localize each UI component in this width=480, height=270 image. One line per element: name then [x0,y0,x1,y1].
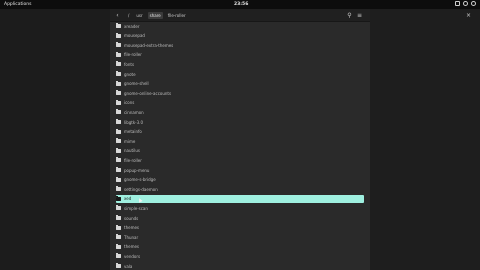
folder-icon [116,215,121,220]
list-item[interactable]: gnome-online-accounts [116,89,364,97]
breadcrumb-usr[interactable]: usr [134,12,144,19]
folder-icon [116,147,121,153]
list-item-label: popup-menu [124,167,150,173]
top-panel: Applications 23:56 [0,0,480,9]
list-item-label: sounds [124,215,139,221]
breadcrumb-share[interactable]: share [147,12,163,19]
list-item-label: xed [124,196,132,202]
clock[interactable]: 23:56 [234,2,248,7]
list-item-label: nautilus [124,148,140,154]
header-bar: ‹ / usr share file-roller ⚲ ≡ [110,9,370,22]
list-item-label: mime [124,138,136,144]
list-item[interactable]: mousepad-extra-themes [116,41,364,49]
list-item-label: mousepad-extra-themes [124,42,174,48]
volume-icon[interactable] [463,1,468,6]
breadcrumb-root[interactable]: / [126,12,131,19]
file-manager-window: ‹ / usr share file-roller ⚲ ≡ xreader mou… [110,9,370,270]
list-item-label: vala [124,263,133,269]
system-tray [455,1,476,6]
list-item-label: settings-daemon [124,186,158,192]
list-item-label: xreader [124,23,140,29]
list-item[interactable]: simple-scan [116,204,364,212]
list-item[interactable]: xreader [116,22,364,30]
list-item[interactable]: themes [116,243,364,251]
folder-icon [116,234,121,240]
list-item[interactable]: sounds [116,214,364,222]
list-item[interactable]: vala [116,262,364,270]
list-item[interactable]: xed [116,194,364,203]
list-item-label: file-roller [124,52,142,58]
folder-icon [116,61,121,67]
list-item[interactable]: file-roller [116,156,364,164]
network-icon[interactable] [455,1,460,6]
folder-icon [116,90,121,96]
list-item[interactable]: vendors [116,252,364,260]
folder-icon [116,99,121,105]
list-item[interactable]: Thunar [116,233,364,241]
list-item[interactable]: file-roller [116,51,364,59]
list-item[interactable]: nautilus [116,147,364,155]
list-item-label: fonts [124,61,135,67]
list-item[interactable]: cinnamon [116,108,364,116]
folder-icon [116,176,121,182]
list-item-label: gnome-shell [124,81,149,87]
folder-icon [116,205,121,211]
list-item-label: mousepad [124,33,145,39]
folder-icon [116,224,121,230]
close-icon[interactable]: × [465,12,472,19]
list-item[interactable]: fonts [116,60,364,68]
list-item-label: gnome-online-accounts [124,90,172,96]
folder-icon [116,167,121,172]
list-item[interactable]: libgtk-3.0 [116,118,364,126]
list-item[interactable]: settings-daemon [116,185,364,193]
list-item[interactable]: themes [116,224,364,232]
search-icon[interactable]: ⚲ [346,12,353,19]
list-item-label: themes [124,244,140,250]
folder-icon [116,32,121,38]
list-item-label: Thunar [124,234,139,240]
list-item-label: libgtk-3.0 [124,119,143,125]
back-arrow-icon[interactable]: ‹ [114,12,121,19]
folder-icon [116,253,121,259]
folder-icon [116,71,121,76]
list-item[interactable]: popup-menu [116,166,364,174]
list-item[interactable]: gnome-s-bridge [116,176,364,184]
folder-icon [116,263,121,268]
list-item-label: vendors [124,253,141,259]
folder-icon [116,23,121,28]
list-item[interactable]: mousepad [116,32,364,40]
desktop-background: × [370,9,480,270]
list-item-label: gnote [124,71,136,77]
breadcrumb-file-roller[interactable]: file-roller [166,12,188,19]
breadcrumb: / usr share file-roller [126,12,188,19]
list-item-label: simple-scan [124,205,148,211]
list-item[interactable]: metainfo [116,128,364,136]
list-item-label: cinnamon [124,109,144,115]
folder-icon [116,80,121,86]
folder-icon [116,42,121,48]
folder-icon [116,109,121,115]
power-icon[interactable] [471,1,476,6]
folder-icon [116,128,121,134]
folder-icon [116,243,121,249]
applications-menu[interactable]: Applications [4,2,32,7]
list-item[interactable]: gnote [116,70,364,78]
list-item-label: file-roller [124,157,142,163]
list-item-label: gnome-s-bridge [124,177,156,183]
list-item[interactable]: icons [116,99,364,107]
list-item[interactable]: gnome-shell [116,80,364,88]
folder-icon [116,138,121,144]
list-item-label: icons [124,100,135,106]
folder-icon [116,186,121,192]
folder-icon [116,195,121,201]
list-item-label: themes [124,225,140,231]
folder-icon [116,119,121,124]
list-item-label: metainfo [124,129,142,135]
folder-icon [116,51,121,57]
menu-icon[interactable]: ≡ [356,12,363,19]
list-item[interactable]: mime [116,137,364,145]
folder-icon [116,157,121,163]
